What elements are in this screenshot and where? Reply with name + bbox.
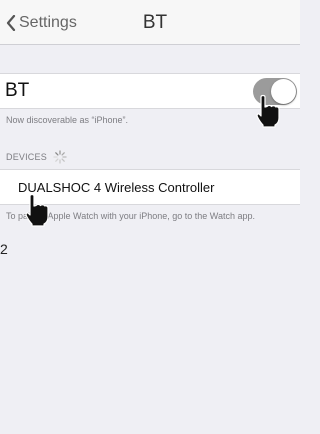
spinner-icon (53, 150, 67, 164)
pointing-hand-icon (25, 193, 49, 227)
page-title: BT (142, 12, 168, 33)
bluetooth-label: BT (5, 80, 30, 101)
edge-number: 2 (0, 241, 8, 257)
pointing-hand-icon (256, 94, 280, 128)
devices-header-label: DEVICES (6, 152, 47, 162)
navigation-bar: Settings BT (0, 0, 300, 45)
devices-section-header: DEVICES (6, 150, 67, 164)
discoverable-text: Now discoverable as “iPhone”. (6, 115, 129, 125)
